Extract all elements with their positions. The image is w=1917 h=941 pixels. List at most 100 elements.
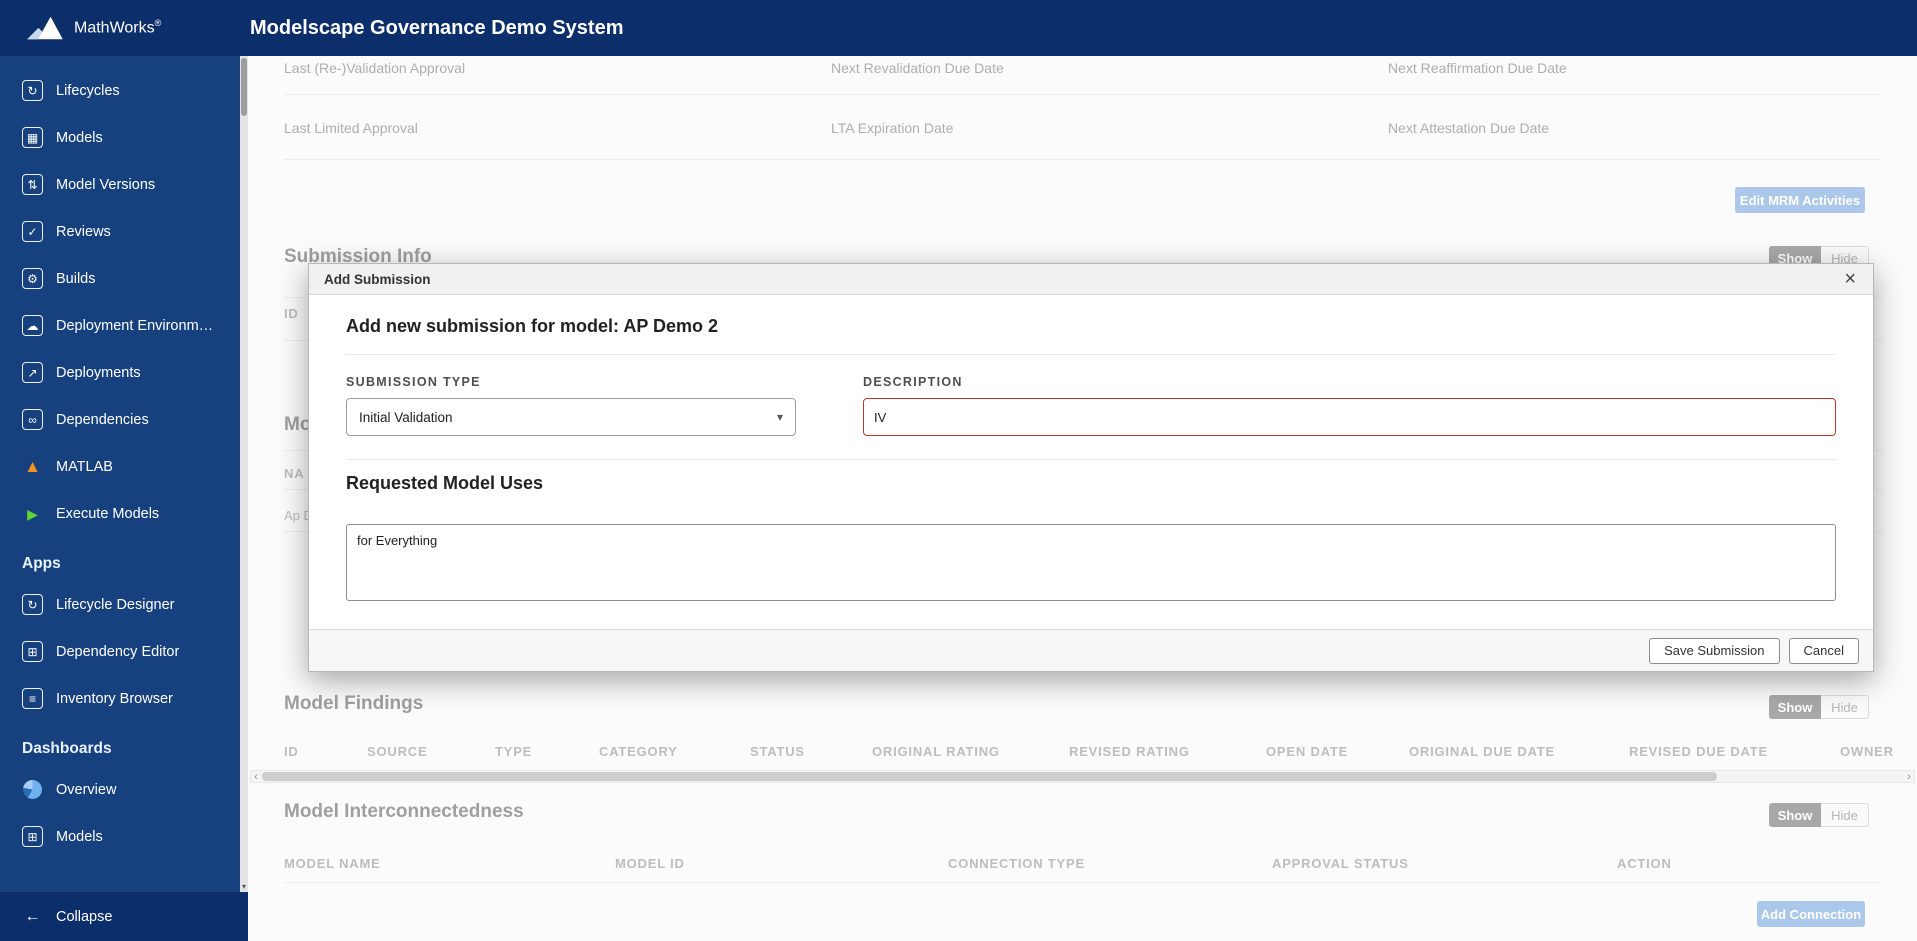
sidebar-item-matlab[interactable]: ▲ MATLAB bbox=[0, 443, 240, 490]
sidebar-item-label: Dependency Editor bbox=[56, 643, 180, 660]
brand-name: MathWorks® bbox=[74, 18, 162, 37]
interconnectedness-showhide: Show Hide bbox=[1769, 803, 1869, 827]
execute-models-icon: ▶ bbox=[27, 505, 38, 522]
requested-model-uses-heading: Requested Model Uses bbox=[346, 473, 544, 493]
model-findings-show-button[interactable]: Show bbox=[1769, 695, 1821, 719]
sidebar-item-model-versions[interactable]: ⇅ Model Versions bbox=[0, 161, 240, 208]
findings-column-category: CATEGORY bbox=[599, 744, 678, 759]
close-icon[interactable]: × bbox=[1842, 269, 1858, 289]
submission-table-id-column: ID bbox=[284, 306, 299, 321]
sidebar-item-overview[interactable]: Overview bbox=[0, 766, 240, 813]
model-findings-heading: Model Findings bbox=[284, 693, 424, 714]
field-label-next-reaffirmation-due-date: Next Reaffirmation Due Date bbox=[1388, 60, 1567, 76]
field-label-last-limited-approval: Last Limited Approval bbox=[284, 120, 418, 136]
deployment-environments-icon: ☁ bbox=[22, 315, 43, 336]
model-findings-hide-button[interactable]: Hide bbox=[1821, 695, 1869, 719]
sidebar-item-label: Execute Models bbox=[56, 505, 160, 522]
row-divider bbox=[284, 882, 1881, 883]
dependencies-icon: ∞ bbox=[22, 409, 43, 430]
add-connection-button[interactable]: Add Connection bbox=[1757, 901, 1865, 927]
sidebar-item-label: MATLAB bbox=[56, 458, 113, 475]
row-divider bbox=[284, 94, 1881, 95]
page-title: Modelscape Governance Demo System bbox=[250, 16, 624, 39]
interconnect-column-model-id: MODEL ID bbox=[615, 856, 685, 871]
sidebar-item-label: Overview bbox=[56, 781, 117, 798]
sidebar-item-label: Lifecycle Designer bbox=[56, 596, 175, 613]
sidebar-item-builds[interactable]: ⚙ Builds bbox=[0, 255, 240, 302]
description-label: DESCRIPTION bbox=[863, 375, 963, 389]
chevron-down-icon: ▾ bbox=[776, 410, 783, 424]
lifecycle-designer-icon: ↻ bbox=[22, 594, 43, 615]
findings-column-original-rating: ORIGINAL RATING bbox=[872, 744, 1000, 759]
interconnect-column-approval-status: APPROVAL STATUS bbox=[1272, 856, 1409, 871]
reviews-icon: ✓ bbox=[22, 221, 43, 242]
sidebar-item-dependency-editor[interactable]: ⊞ Dependency Editor bbox=[0, 628, 240, 675]
sidebar-nav: ↻ Lifecycles ▦ Models ⇅ Model Versions ✓… bbox=[0, 56, 240, 892]
submission-type-group: SUBMISSION TYPE Initial Validation ▾ bbox=[346, 375, 796, 436]
app-window: MathWorks® Modelscape Governance Demo Sy… bbox=[0, 0, 1917, 941]
scroll-right-icon[interactable]: › bbox=[1903, 770, 1915, 783]
findings-column-owner: OWNER bbox=[1840, 744, 1894, 759]
dashboards-section-heading: Dashboards bbox=[22, 740, 112, 757]
field-label-last-revalidation-approval: Last (Re-)Validation Approval bbox=[284, 60, 466, 76]
sidebar-item-label: Builds bbox=[56, 270, 96, 287]
cancel-button[interactable]: Cancel bbox=[1788, 637, 1859, 664]
scroll-down-icon[interactable]: ▾ bbox=[240, 883, 248, 891]
sidebar-item-dependencies[interactable]: ∞ Dependencies bbox=[0, 396, 240, 443]
dependency-editor-icon: ⊞ bbox=[22, 641, 43, 662]
submission-type-value: Initial Validation bbox=[359, 409, 453, 425]
sidebar-item-models-dashboard[interactable]: ⊞ Models bbox=[0, 813, 240, 860]
findings-column-revised-rating: REVISED RATING bbox=[1069, 744, 1190, 759]
submission-type-label: SUBMISSION TYPE bbox=[346, 375, 481, 389]
sidebar-item-execute-models[interactable]: ▶ Execute Models bbox=[0, 490, 240, 537]
sidebar-item-inventory-browser[interactable]: ≡ Inventory Browser bbox=[0, 675, 240, 722]
builds-icon: ⚙ bbox=[22, 268, 43, 289]
pie-chart-icon bbox=[23, 780, 42, 799]
requested-model-uses-textarea[interactable]: for Everything bbox=[346, 524, 1836, 601]
scroll-left-icon[interactable]: ‹ bbox=[250, 770, 262, 783]
mathworks-logo-icon bbox=[27, 16, 63, 40]
interconnect-column-action: ACTION bbox=[1617, 856, 1672, 871]
modal-title: Add Submission bbox=[324, 271, 431, 287]
edit-mrm-activities-button[interactable]: Edit MRM Activities bbox=[1735, 187, 1865, 213]
add-submission-modal: Add Submission × Add new submission for … bbox=[308, 263, 1874, 672]
sidebar-item-lifecycle-designer[interactable]: ↻ Lifecycle Designer bbox=[0, 581, 240, 628]
sidebar-item-deployments[interactable]: ↗ Deployments bbox=[0, 349, 240, 396]
lifecycles-icon: ↻ bbox=[22, 80, 43, 101]
horizontal-scrollbar-thumb[interactable] bbox=[262, 772, 1717, 781]
sidebar-item-label: Inventory Browser bbox=[56, 690, 173, 707]
sidebar-item-label: Reviews bbox=[56, 223, 111, 240]
interconnect-column-connection-type: CONNECTION TYPE bbox=[948, 856, 1085, 871]
apps-section-heading: Apps bbox=[22, 555, 61, 572]
modal-footer: Save Submission Cancel bbox=[309, 629, 1873, 671]
description-group: DESCRIPTION bbox=[863, 375, 1836, 436]
sidebar-item-models[interactable]: ▦ Models bbox=[0, 114, 240, 161]
interconnect-column-model-name: MODEL NAME bbox=[284, 856, 381, 871]
sidebar-item-label: Model Versions bbox=[56, 176, 156, 193]
findings-column-original-due-date: ORIGINAL DUE DATE bbox=[1409, 744, 1556, 759]
findings-column-type: TYPE bbox=[495, 744, 533, 759]
sidebar-scrollbar[interactable]: ▾ bbox=[240, 56, 248, 892]
models-dashboard-icon: ⊞ bbox=[22, 826, 43, 847]
sidebar-item-lifecycles[interactable]: ↻ Lifecycles bbox=[0, 67, 240, 114]
form-row: SUBMISSION TYPE Initial Validation ▾ DES… bbox=[346, 375, 1836, 436]
sidebar-item-deployment-environments[interactable]: ☁ Deployment Environm… bbox=[0, 302, 240, 349]
registered-mark: ® bbox=[154, 18, 162, 29]
description-input[interactable] bbox=[863, 398, 1836, 436]
interconnectedness-show-button[interactable]: Show bbox=[1769, 803, 1821, 827]
inventory-browser-icon: ≡ bbox=[22, 688, 43, 709]
sidebar-item-label: Deployment Environm… bbox=[56, 317, 214, 334]
collapse-label: Collapse bbox=[56, 908, 113, 925]
field-label-next-revalidation-due-date: Next Revalidation Due Date bbox=[831, 60, 1004, 76]
submission-type-select[interactable]: Initial Validation ▾ bbox=[346, 398, 796, 436]
sidebar-collapse-button[interactable]: ← Collapse bbox=[0, 892, 248, 941]
sidebar-item-reviews[interactable]: ✓ Reviews bbox=[0, 208, 240, 255]
save-submission-button[interactable]: Save Submission bbox=[1649, 637, 1780, 664]
requested-model-uses-section: Requested Model Uses for Everything bbox=[346, 459, 1836, 606]
collapse-arrow-icon: ← bbox=[24, 907, 41, 925]
mathworks-brand: MathWorks® bbox=[0, 14, 250, 42]
interconnectedness-hide-button[interactable]: Hide bbox=[1821, 803, 1869, 827]
modal-heading: Add new submission for model: AP Demo 2 bbox=[346, 295, 1836, 355]
sidebar-scrollbar-thumb[interactable] bbox=[241, 58, 247, 116]
modal-header[interactable]: Add Submission × bbox=[309, 264, 1873, 295]
